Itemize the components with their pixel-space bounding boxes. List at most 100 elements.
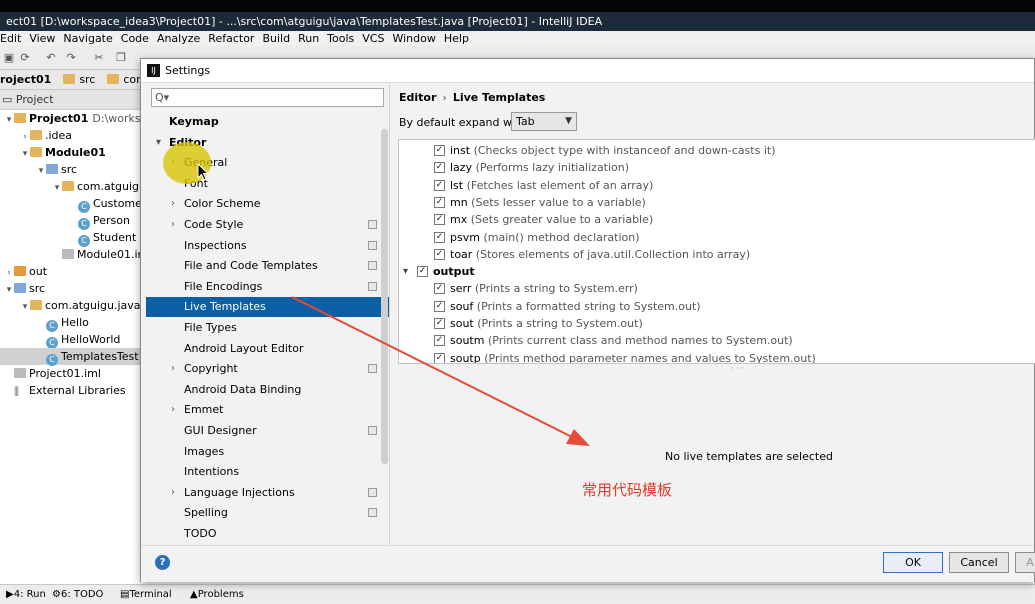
chevron-right-icon[interactable]: › bbox=[171, 400, 181, 420]
tree-item[interactable]: ▾ com.atguigu.java bbox=[0, 297, 145, 314]
settings-nav-item[interactable]: › Color Scheme bbox=[146, 194, 389, 214]
tree-item[interactable]: C TemplatesTest bbox=[0, 348, 145, 366]
template-row[interactable]: ✓ serr (Prints a string to System.err) bbox=[399, 280, 1035, 297]
chevron-right-icon[interactable]: › bbox=[171, 359, 181, 379]
tree-item[interactable]: ▾Project01D:\workspace bbox=[0, 110, 145, 127]
menu-item-0[interactable]: Edit bbox=[0, 32, 21, 45]
settings-nav-item[interactable]: Inspections bbox=[146, 236, 389, 256]
template-checkbox[interactable]: ✓ bbox=[434, 335, 445, 347]
template-row[interactable]: ✓ mn (Sets lesser value to a variable) bbox=[399, 194, 1035, 211]
menu-item-6[interactable]: Build bbox=[262, 32, 290, 45]
settings-nav-item[interactable]: Images bbox=[146, 442, 389, 462]
template-row[interactable]: ✓ sout (Prints a string to System.out) bbox=[399, 315, 1035, 332]
ok-button[interactable]: OK bbox=[883, 552, 943, 573]
save-icon[interactable]: ▣ bbox=[2, 51, 16, 65]
menu-item-5[interactable]: Refactor bbox=[208, 32, 254, 45]
cancel-button[interactable]: Cancel bbox=[949, 552, 1009, 573]
template-row[interactable]: ✓ lazy (Performs lazy initialization) bbox=[399, 159, 1035, 176]
tree-item[interactable]: ▾com.atguigu.b bbox=[0, 178, 145, 195]
template-checkbox[interactable]: ✓ bbox=[434, 162, 445, 174]
settings-nav-item[interactable]: › Code Style bbox=[146, 215, 389, 235]
settings-nav-item[interactable]: Keymap bbox=[146, 112, 389, 132]
settings-nav-item[interactable]: File Types bbox=[146, 318, 389, 338]
panel-divider[interactable] bbox=[389, 83, 390, 545]
template-checkbox[interactable]: ✓ bbox=[434, 248, 445, 260]
run-tool-tab[interactable]: ▶ 4: Run bbox=[6, 585, 46, 604]
tree-item[interactable]: Project01.iml bbox=[0, 365, 145, 382]
tree-item[interactable]: ▾ src bbox=[0, 280, 145, 297]
settings-nav-item[interactable]: › Copyright bbox=[146, 359, 389, 379]
menu-item-1[interactable]: View bbox=[29, 32, 55, 45]
tree-item[interactable]: ▾ src bbox=[0, 161, 145, 178]
menu-item-10[interactable]: Window bbox=[392, 32, 435, 45]
chevron-right-icon[interactable]: › bbox=[171, 483, 181, 503]
settings-nav-item[interactable]: › Language Injections bbox=[146, 483, 389, 503]
menu-item-8[interactable]: Tools bbox=[327, 32, 354, 45]
chevron-right-icon[interactable]: › bbox=[171, 194, 181, 214]
settings-nav-item[interactable]: Intentions bbox=[146, 462, 389, 482]
tree-item[interactable]: C Hello bbox=[0, 314, 145, 332]
breadcrumb-editor[interactable]: Editor bbox=[399, 91, 436, 104]
apply-button[interactable]: A bbox=[1015, 552, 1035, 573]
tree-item[interactable]: › .idea bbox=[0, 127, 145, 144]
template-checkbox[interactable]: ✓ bbox=[434, 196, 445, 208]
tree-item[interactable]: Module01.iml bbox=[0, 246, 145, 263]
resize-grip-icon[interactable]: · · · bbox=[731, 364, 744, 373]
template-row[interactable]: ✓ soutp (Prints method parameter names an… bbox=[399, 350, 1035, 363]
terminal-tool-tab[interactable]: ▤ Terminal bbox=[120, 585, 172, 604]
menu-item-4[interactable]: Analyze bbox=[157, 32, 200, 45]
menu-item-3[interactable]: Code bbox=[121, 32, 149, 45]
template-row[interactable]: ✓ lst (Fetches last element of an array) bbox=[399, 177, 1035, 194]
template-row[interactable]: ✓ inst (Checks object type with instanceo… bbox=[399, 142, 1035, 159]
todo-tool-tab[interactable]: ⚙ 6: TODO bbox=[52, 585, 103, 604]
nav-crumb-0[interactable]: roject01 bbox=[0, 73, 55, 86]
settings-nav-item[interactable]: Spelling bbox=[146, 503, 389, 523]
tree-item[interactable]: ▾ Module01 bbox=[0, 144, 145, 161]
help-button[interactable]: ? bbox=[155, 555, 170, 570]
settings-nav-item[interactable]: › Emmet bbox=[146, 400, 389, 420]
template-checkbox[interactable]: ✓ bbox=[434, 231, 445, 243]
template-checkbox[interactable]: ✓ bbox=[417, 266, 428, 278]
template-row[interactable]: ✓ psvm (main() method declaration) bbox=[399, 229, 1035, 246]
project-panel-header[interactable]: ▭ Project bbox=[0, 90, 145, 110]
menu-item-11[interactable]: Help bbox=[444, 32, 469, 45]
settings-nav-item[interactable]: Android Layout Editor bbox=[146, 339, 389, 359]
template-row[interactable]: ✓ toar (Stores elements of java.util.Coll… bbox=[399, 246, 1035, 263]
template-checkbox[interactable]: ✓ bbox=[434, 214, 445, 226]
nav-scrollbar[interactable] bbox=[381, 129, 388, 464]
chevron-down-icon[interactable]: ▾ bbox=[403, 263, 408, 280]
template-checkbox[interactable]: ✓ bbox=[434, 318, 445, 329]
copy-icon[interactable]: ❐ bbox=[114, 51, 128, 65]
nav-crumb-1[interactable]: src bbox=[59, 73, 99, 86]
undo-icon[interactable]: ↶ bbox=[44, 51, 58, 65]
template-checkbox[interactable]: ✓ bbox=[434, 145, 445, 156]
sync-icon[interactable]: ⟳ bbox=[18, 51, 32, 65]
settings-nav-item[interactable]: TODO bbox=[146, 524, 389, 544]
chevron-down-icon[interactable]: ▾ bbox=[156, 133, 166, 153]
template-row[interactable]: ✓ mx (Sets greater value to a variable) bbox=[399, 211, 1035, 228]
settings-nav-item[interactable]: File Encodings bbox=[146, 277, 389, 297]
menu-item-7[interactable]: Run bbox=[298, 32, 319, 45]
tree-item[interactable]: C Person bbox=[0, 212, 145, 230]
settings-nav-item[interactable]: GUI Designer bbox=[146, 421, 389, 441]
menu-item-2[interactable]: Navigate bbox=[63, 32, 112, 45]
tree-item[interactable]: › out bbox=[0, 263, 145, 280]
chevron-right-icon[interactable]: › bbox=[171, 215, 181, 235]
tree-item[interactable]: C HelloWorld bbox=[0, 331, 145, 349]
template-checkbox[interactable]: ✓ bbox=[434, 300, 445, 312]
template-checkbox[interactable]: ✓ bbox=[434, 283, 445, 295]
template-row[interactable]: ✓ souf (Prints a formatted string to Syst… bbox=[399, 298, 1035, 315]
tree-item[interactable]: ⫼ External Libraries bbox=[0, 382, 145, 399]
settings-nav-item[interactable]: Live Templates bbox=[146, 297, 389, 318]
template-group-row[interactable]: ▾ ✓ output bbox=[399, 263, 1035, 280]
template-checkbox[interactable]: ✓ bbox=[434, 179, 445, 191]
cut-icon[interactable]: ✂ bbox=[92, 51, 106, 65]
problems-tool-tab[interactable]: ▲ Problems bbox=[190, 585, 244, 604]
template-row[interactable]: ✓ soutm (Prints current class and method … bbox=[399, 332, 1035, 349]
menu-item-9[interactable]: VCS bbox=[362, 32, 384, 45]
settings-nav-item[interactable]: File and Code Templates bbox=[146, 256, 389, 276]
template-checkbox[interactable]: ✓ bbox=[434, 352, 445, 363]
expand-with-select[interactable]: Tab ▼ bbox=[511, 112, 577, 131]
settings-nav-item[interactable]: Android Data Binding bbox=[146, 380, 389, 400]
tree-item[interactable]: C Customer bbox=[0, 195, 145, 213]
